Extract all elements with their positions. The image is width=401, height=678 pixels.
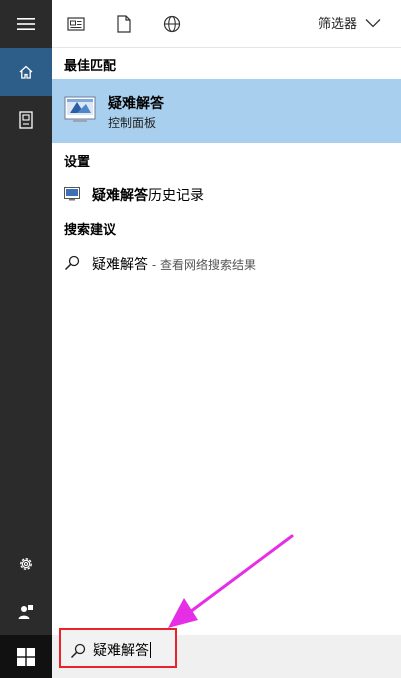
documents-button[interactable] [0,96,52,144]
user-icon [18,605,33,619]
results-toolbar: 筛选器 [52,0,401,48]
settings-heading: 设置 [64,155,91,170]
suggestion-suffix: - 查看网络搜索结果 [148,258,256,272]
home-icon [19,65,33,79]
filter-dropdown[interactable]: 筛选器 [318,13,381,32]
best-match-subtitle: 控制面板 [108,116,157,130]
search-input[interactable]: 疑难解答 [59,628,177,668]
search-input-value: 疑难解答 [93,640,151,660]
settings-button[interactable] [0,540,52,588]
settings-result-bold: 疑难解答 [92,188,148,204]
gear-icon [20,558,32,570]
best-match-heading: 最佳匹配 [64,59,117,74]
filter-label: 筛选器 [317,17,357,32]
settings-result-text: 疑难解答历史记录 [92,185,204,205]
news-icon [67,17,85,31]
settings-result-rest: 历史记录 [148,188,204,204]
file-icon [117,15,131,33]
search-icon [64,255,80,271]
search-suggestion-item[interactable]: 疑难解答 - 查看网络搜索结果 [52,248,401,278]
hamburger-button[interactable] [0,0,52,48]
troubleshoot-history-icon [64,186,80,202]
best-match-result[interactable]: 疑难解答 控制面板 [52,79,401,143]
search-query-text: 疑难解答 [93,643,149,659]
chevron-down-icon [365,18,381,27]
control-panel-icon [64,94,96,124]
user-button[interactable] [0,588,52,636]
hamburger-icon [17,18,35,30]
document-icon [19,111,33,129]
search-icon [70,643,86,659]
windows-logo-icon [17,647,35,666]
suggestion-query: 疑难解答 [92,257,148,273]
web-filter-button[interactable] [162,14,182,34]
suggestions-heading: 搜索建议 [64,223,117,238]
left-rail [0,0,52,678]
text-caret [150,642,151,658]
settings-result-item[interactable]: 疑难解答历史记录 [52,179,401,209]
news-filter-button[interactable] [66,14,86,34]
documents-filter-button[interactable] [114,14,134,34]
best-match-title: 疑难解答 [108,96,164,112]
start-button[interactable] [0,635,52,678]
suggestion-text: 疑难解答 - 查看网络搜索结果 [92,254,256,274]
search-results-panel: 筛选器 最佳匹配 疑难解答 控制面板 设置 疑难解答历史记录 搜索建议 疑难解答… [52,0,401,678]
globe-icon [163,15,181,33]
home-button[interactable] [0,48,52,96]
